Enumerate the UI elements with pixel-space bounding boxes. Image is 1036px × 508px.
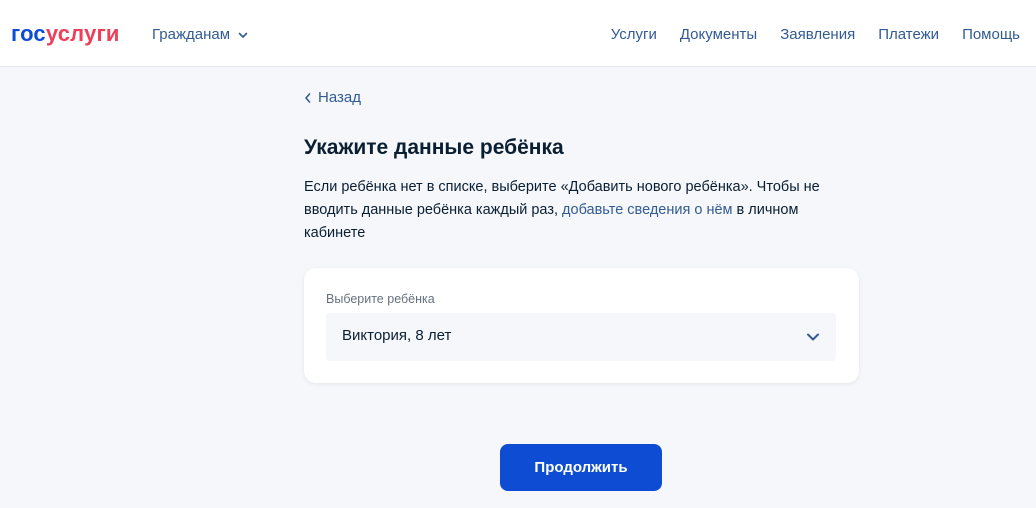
chevron-down-icon bbox=[807, 333, 819, 341]
chevron-down-icon bbox=[238, 32, 248, 38]
nav-services[interactable]: Услуги bbox=[611, 25, 657, 45]
continue-button[interactable]: Продолжить bbox=[500, 444, 662, 491]
logo-part-uslugi: услуги bbox=[45, 21, 120, 46]
child-select-value: Виктория, 8 лет bbox=[342, 327, 452, 344]
top-header: госуслуги Гражданам Услуги Документы Зая… bbox=[0, 0, 1036, 67]
nav-documents[interactable]: Документы bbox=[680, 25, 757, 45]
gosuslugi-logo[interactable]: госуслуги bbox=[11, 20, 120, 48]
main-nav: Услуги Документы Заявления Платежи Помощ… bbox=[588, 25, 1020, 45]
logo-part-gos: гос bbox=[11, 21, 46, 46]
nav-payments[interactable]: Платежи bbox=[878, 25, 939, 45]
audience-dropdown[interactable]: Гражданам bbox=[152, 25, 248, 45]
back-label: Назад bbox=[318, 89, 361, 106]
page-title: Укажите данные ребёнка bbox=[304, 136, 564, 159]
audience-label: Гражданам bbox=[152, 26, 231, 43]
page-description: Если ребёнка нет в списке, выберите «Доб… bbox=[304, 176, 844, 245]
child-select-card: Выберите ребёнка Виктория, 8 лет bbox=[304, 268, 859, 383]
child-select-label: Выберите ребёнка bbox=[326, 292, 435, 306]
nav-help[interactable]: Помощь bbox=[962, 25, 1020, 45]
nav-applications[interactable]: Заявления bbox=[780, 25, 855, 45]
back-link[interactable]: Назад bbox=[304, 89, 361, 107]
child-select-dropdown[interactable]: Виктория, 8 лет bbox=[326, 313, 836, 361]
chevron-left-icon bbox=[305, 93, 311, 103]
add-child-info-link[interactable]: добавьте сведения о нём bbox=[562, 202, 732, 218]
